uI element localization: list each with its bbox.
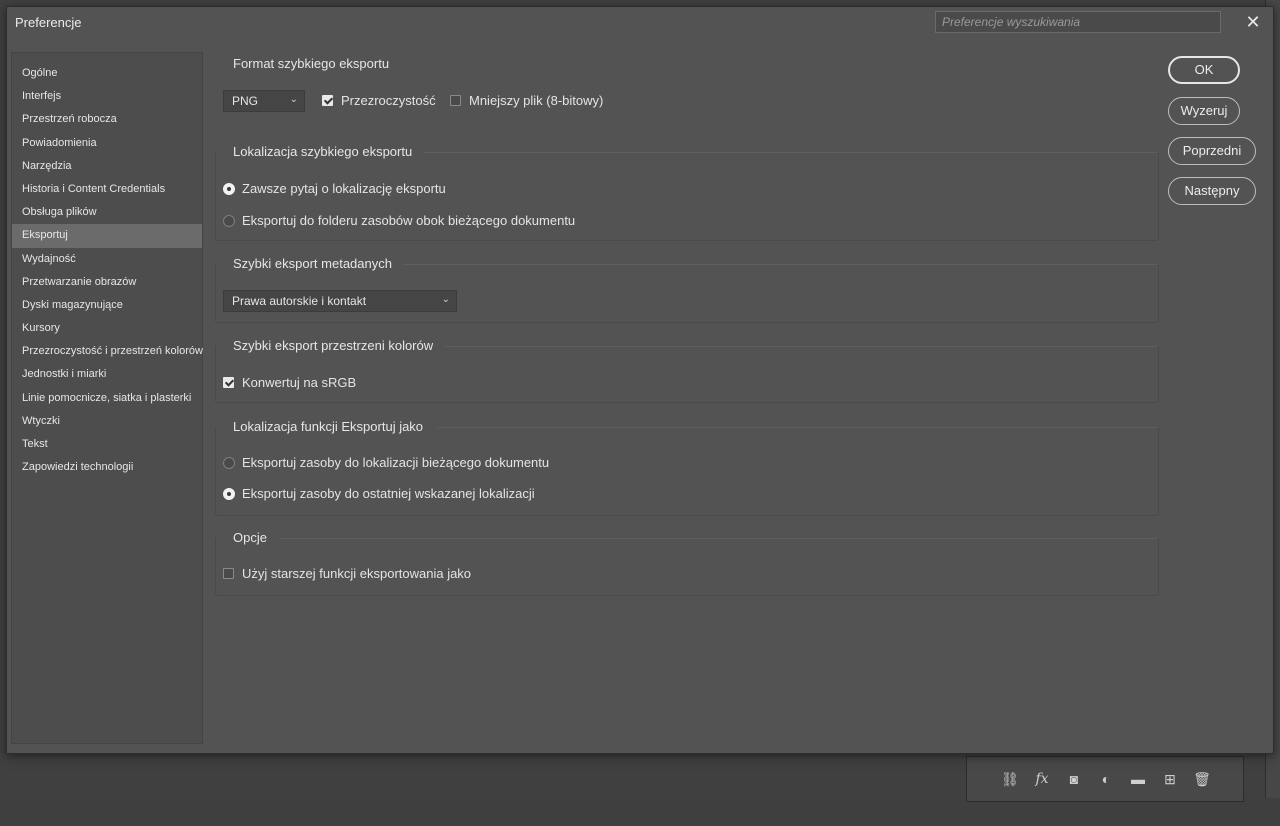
sidebar-item-ogolne[interactable]: Ogólne (12, 62, 202, 85)
section-options: Opcje Użyj starszej funkcji eksportowani… (215, 523, 1159, 597)
adjustment-icon[interactable]: ◐ (1097, 771, 1115, 787)
sidebar-item-linie-pomocnicze-siatka-i-plasterki[interactable]: Linie pomocnicze, siatka i plasterki (12, 387, 202, 410)
export-as-last-label: Eksportuj zasoby do ostatniej wskazanej … (242, 486, 535, 501)
convert-srgb-checkbox-row[interactable]: Konwertuj na sRGB (223, 375, 356, 390)
folder-icon[interactable]: ▬ (1129, 771, 1147, 787)
export-as-last-radio[interactable] (223, 487, 235, 500)
section-heading: Format szybkiego eksportu (233, 56, 390, 71)
trash-icon[interactable]: 🗑 (1193, 771, 1211, 787)
smaller-file-checkbox[interactable] (450, 95, 461, 106)
metadata-select-value: Prawa autorskie i kontakt (232, 294, 367, 308)
sidebar-item-narzedzia[interactable]: Narzędzia (12, 155, 202, 178)
metadata-select[interactable]: Prawa autorskie i kontakt ⌄ (223, 290, 457, 312)
sidebar-item-wtyczki[interactable]: Wtyczki (12, 410, 202, 433)
section-quick-export-colorspace: Szybki eksport przestrzeni kolorów Konwe… (215, 329, 1159, 403)
dialog-titlebar: Preferencje Preferencje wyszukiwania ✕ (7, 7, 1273, 39)
sidebar-item-historia-i-content-credentials[interactable]: Historia i Content Credentials (12, 178, 202, 201)
location-ask-radio[interactable] (223, 182, 235, 195)
background-layers-panel-footer: ⛓ fx ◙ ◐ ▬ ⊞ 🗑 (966, 756, 1244, 802)
sidebar-item-jednostki-i-miarki[interactable]: Jednostki i miarki (12, 363, 202, 386)
sidebar-item-przestrzen-robocza[interactable]: Przestrzeń robocza (12, 108, 202, 131)
reset-button[interactable]: Wyzeruj (1168, 97, 1240, 125)
export-as-current-radio[interactable] (223, 456, 235, 469)
sidebar-item-kursory[interactable]: Kursory (12, 317, 202, 340)
sidebar-item-zapowiedzi-technologii[interactable]: Zapowiedzi technologii (12, 456, 202, 479)
transparency-checkbox-row[interactable]: Przezroczystość (322, 93, 436, 108)
section-box (215, 346, 1159, 403)
ok-button[interactable]: OK (1168, 56, 1240, 84)
sidebar-item-eksportuj[interactable]: Eksportuj (12, 224, 202, 248)
section-quick-export-format: Format szybkiego eksportu PNG ⌄ Przezroc… (215, 47, 1159, 112)
location-ask-label: Zawsze pytaj o lokalizację eksportu (242, 181, 446, 196)
previous-button[interactable]: Poprzedni (1168, 137, 1256, 165)
export-as-last-radio-row[interactable]: Eksportuj zasoby do ostatniej wskazanej … (223, 486, 535, 501)
legacy-export-checkbox[interactable] (223, 568, 234, 579)
link-icon[interactable]: ⛓ (1001, 771, 1019, 787)
sidebar-item-tekst[interactable]: Tekst (12, 433, 202, 456)
next-button[interactable]: Następny (1168, 177, 1256, 205)
chevron-down-icon: ⌄ (289, 94, 298, 105)
format-select-value: PNG (232, 94, 259, 108)
mask-icon[interactable]: ◙ (1065, 771, 1083, 787)
transparency-checkbox[interactable] (322, 95, 333, 106)
transparency-label: Przezroczystość (341, 93, 436, 108)
fx-icon[interactable]: fx (1033, 771, 1051, 787)
export-as-current-label: Eksportuj zasoby do lokalizacji bieżąceg… (242, 455, 550, 470)
background-status-bar (0, 798, 1280, 826)
sidebar-item-dyski-magazynujace[interactable]: Dyski magazynujące (12, 294, 202, 317)
smaller-file-checkbox-row[interactable]: Mniejszy plik (8-bitowy) (450, 93, 603, 108)
location-folder-radio-row[interactable]: Eksportuj do folderu zasobów obok bieżąc… (223, 213, 575, 228)
legacy-export-checkbox-row[interactable]: Użyj starszej funkcji eksportowania jako (223, 566, 471, 581)
sidebar-item-obsluga-plikow[interactable]: Obsługa plików (12, 201, 202, 224)
preferences-search-input[interactable]: Preferencje wyszukiwania (935, 11, 1221, 33)
chevron-down-icon: ⌄ (441, 294, 450, 305)
preferences-dialog: Preferencje Preferencje wyszukiwania ✕ O… (6, 6, 1274, 754)
smaller-file-label: Mniejszy plik (8-bitowy) (469, 93, 604, 108)
format-select[interactable]: PNG ⌄ (223, 90, 305, 112)
location-folder-label: Eksportuj do folderu zasobów obok bieżąc… (242, 213, 576, 228)
convert-srgb-label: Konwertuj na sRGB (242, 375, 357, 390)
sidebar-item-przezroczystosc-i-przestrzen-kolorow[interactable]: Przezroczystość i przestrzeń kolorów (12, 340, 203, 363)
section-quick-export-location: Lokalizacja szybkiego eksportu Zawsze py… (215, 135, 1159, 241)
sidebar-item-wydajnosc[interactable]: Wydajność (12, 248, 202, 271)
preferences-sidebar: Ogólne Interfejs Przestrzeń robocza Powiado… (11, 52, 203, 744)
convert-srgb-checkbox[interactable] (223, 377, 234, 388)
location-folder-radio[interactable] (223, 214, 235, 227)
new-layer-icon[interactable]: ⊞ (1161, 771, 1179, 787)
export-as-current-radio-row[interactable]: Eksportuj zasoby do lokalizacji bieżąceg… (223, 455, 549, 470)
section-export-as-location: Lokalizacja funkcji Eksportuj jako Ekspo… (215, 411, 1159, 517)
close-icon[interactable]: ✕ (1244, 13, 1262, 31)
legacy-export-label: Użyj starszej funkcji eksportowania jako (242, 566, 472, 581)
dialog-title: Preferencje (15, 15, 82, 30)
sidebar-item-przetwarzanie-obrazow[interactable]: Przetwarzanie obrazów (12, 271, 202, 294)
sidebar-item-powiadomienia[interactable]: Powiadomienia (12, 132, 202, 155)
location-ask-radio-row[interactable]: Zawsze pytaj o lokalizację eksportu (223, 181, 446, 196)
section-quick-export-metadata: Szybki eksport metadanych Prawa autorski… (215, 247, 1159, 323)
section-box (215, 427, 1159, 516)
sidebar-item-interfejs[interactable]: Interfejs (12, 85, 202, 108)
